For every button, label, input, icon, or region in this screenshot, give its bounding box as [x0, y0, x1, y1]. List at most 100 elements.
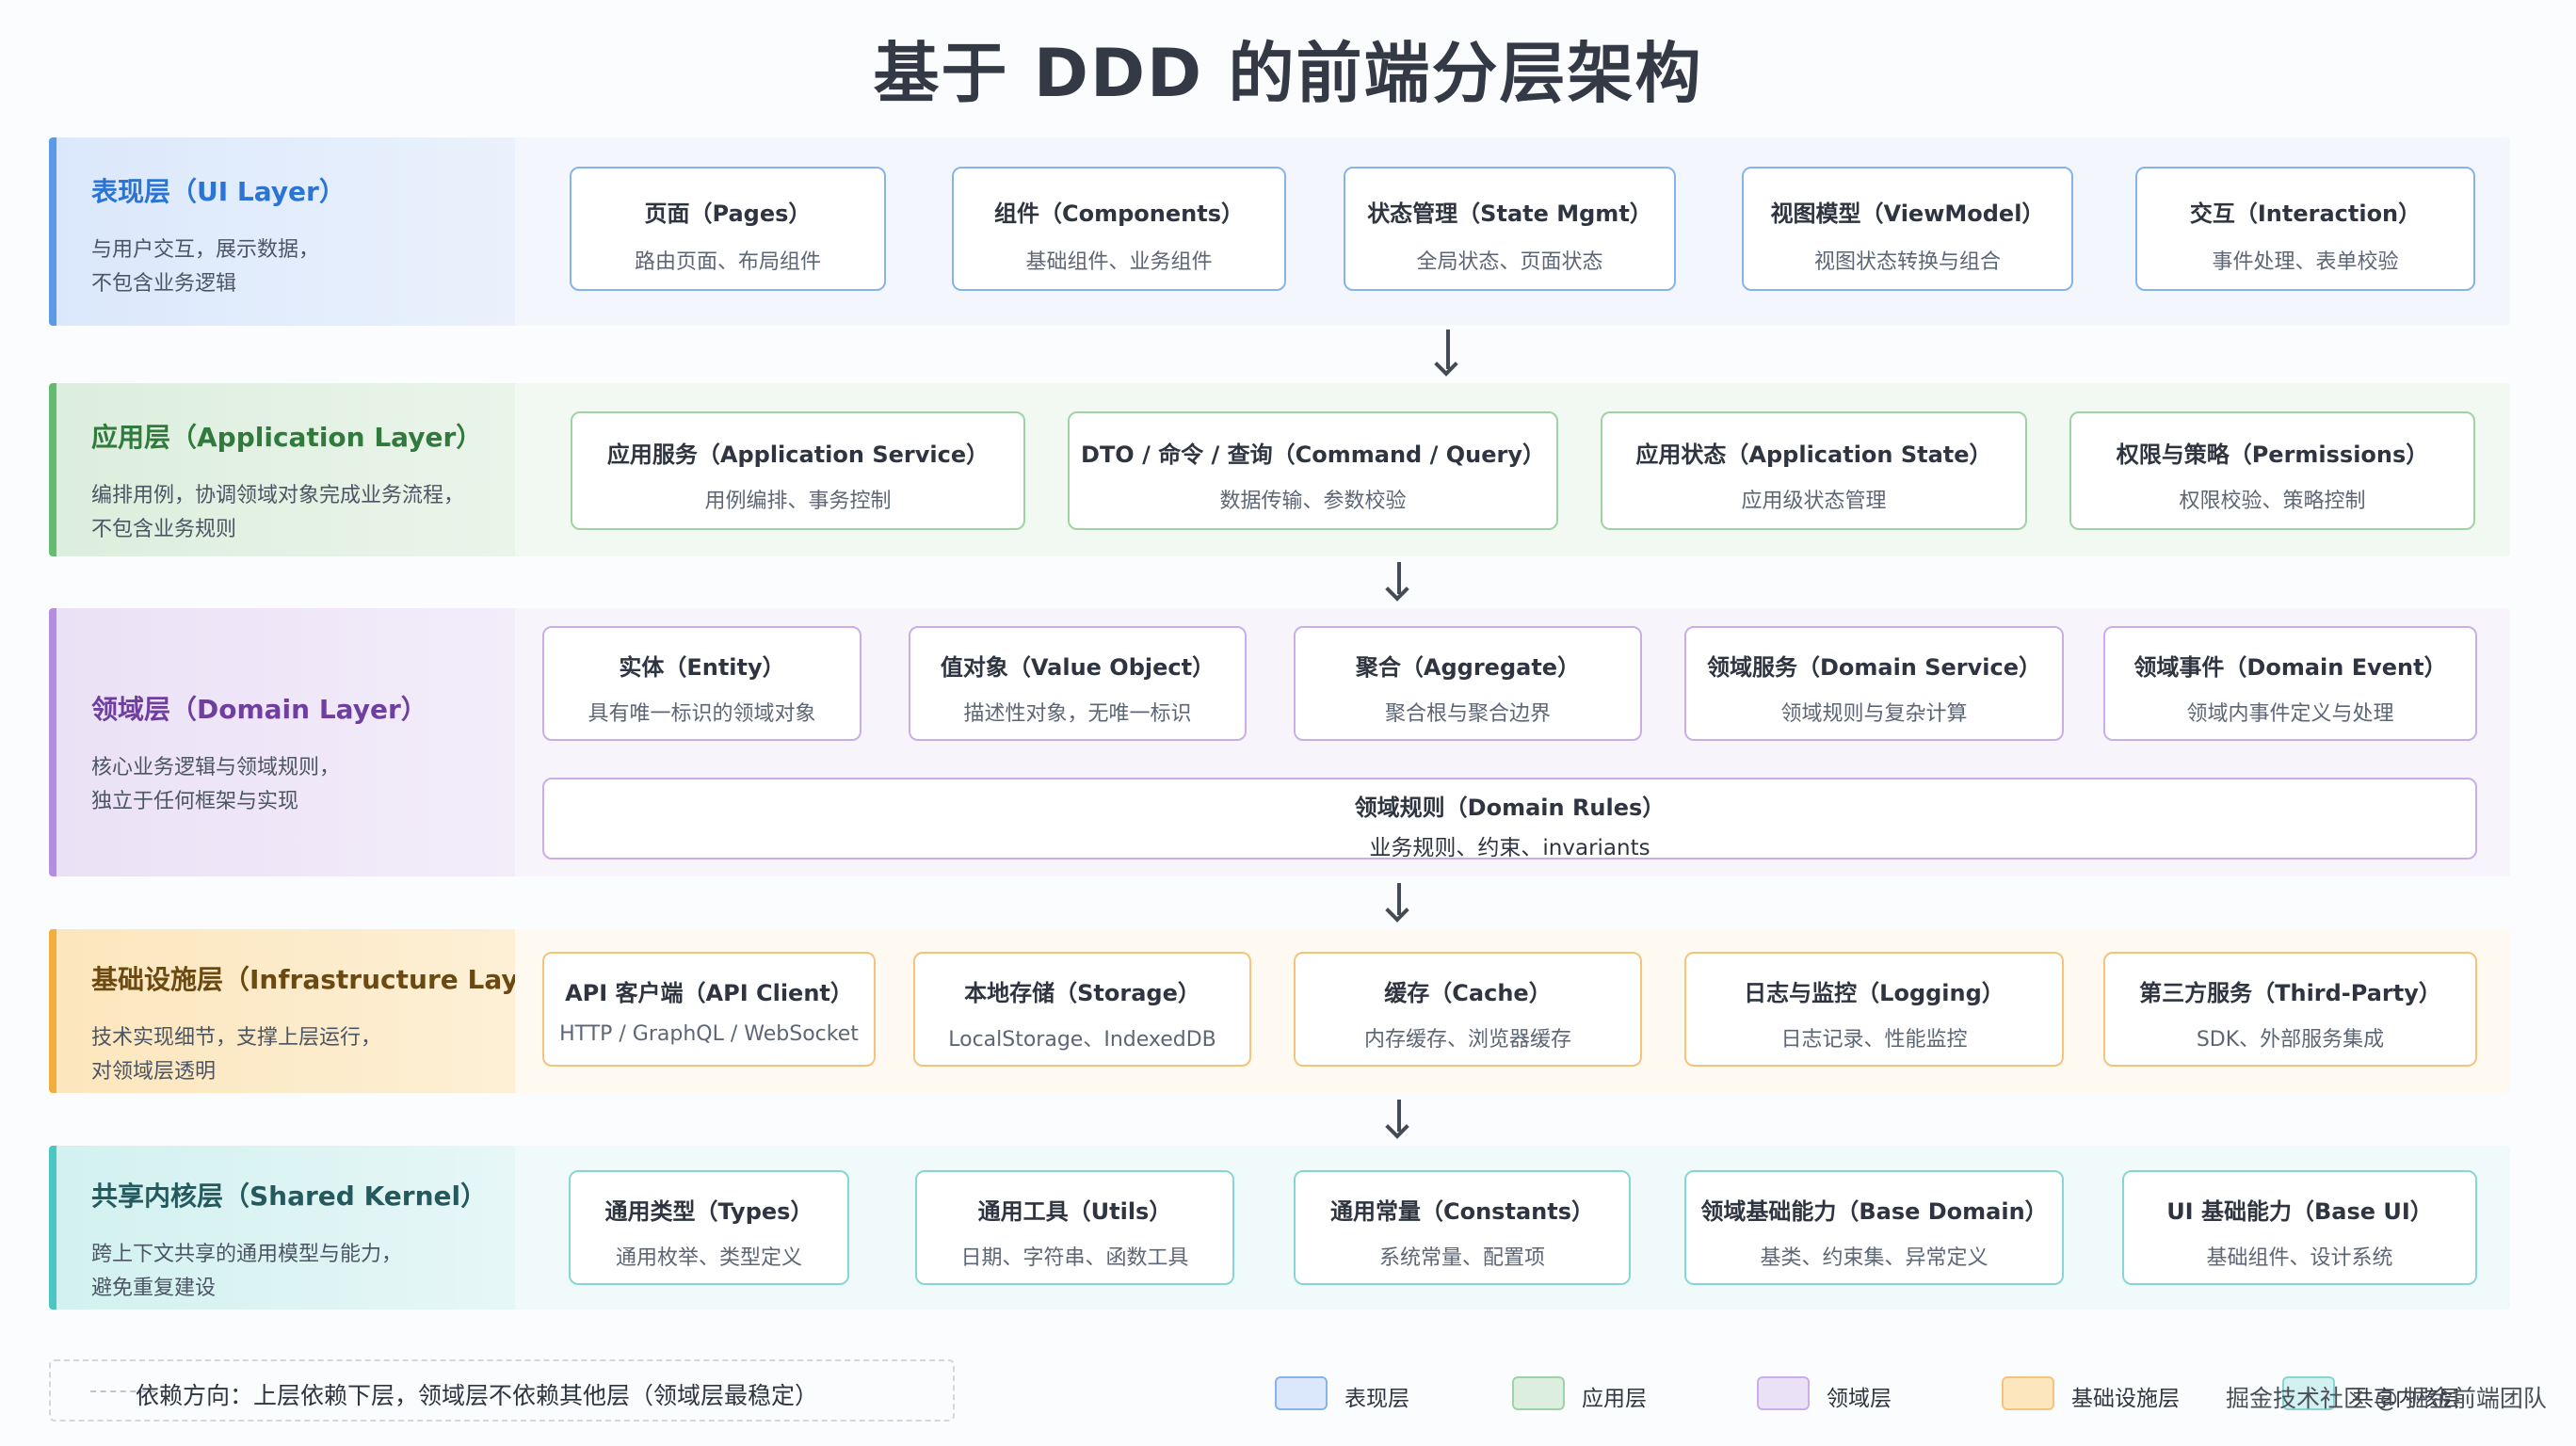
- architecture-diagram: 基于 DDD 的前端分层架构 表现层（UI Layer） 与用户交互，展示数据，…: [0, 0, 2576, 1446]
- card-title: 通用类型（Types）: [604, 1198, 813, 1225]
- card-title: 通用工具（Utils）: [977, 1198, 1172, 1225]
- domain-card-event: 领域事件（Domain Event） 领域内事件定义与处理: [2103, 626, 2477, 741]
- dependency-arrow: [1397, 1100, 1401, 1132]
- ui-card-interaction: 交互（Interaction） 事件处理、表单校验: [2135, 167, 2475, 291]
- card-desc: SDK、外部服务集成: [2196, 1028, 2385, 1052]
- application-layer-desc: 不包含业务规则: [91, 518, 237, 541]
- card-title: 组件（Components）: [994, 201, 1244, 227]
- domain-card-value-object: 值对象（Value Object） 描述性对象，无唯一标识: [909, 626, 1247, 741]
- application-layer-name: 应用层（Application Layer）: [91, 422, 483, 453]
- domain-card-entity: 实体（Entity） 具有唯一标识的领域对象: [542, 626, 861, 741]
- legend-label: 应用层: [1582, 1387, 1647, 1411]
- ui-layer-body: 页面（Pages） 路由页面、布局组件 组件（Components） 基础组件、…: [515, 137, 2510, 326]
- infrastructure-layer-desc: 对领域层透明: [91, 1060, 217, 1084]
- card-title: 本地存储（Storage）: [964, 980, 1200, 1006]
- dependency-note: 依赖方向：上层依赖下层，领域层不依赖其他层（领域层最稳定）: [136, 1382, 819, 1409]
- app-card-permissions: 权限与策略（Permissions） 权限校验、策略控制: [2069, 411, 2475, 530]
- card-desc: 具有唯一标识的领域对象: [588, 702, 816, 726]
- card-desc: 聚合根与聚合边界: [1384, 702, 1551, 726]
- card-desc: 全局状态、页面状态: [1416, 250, 1603, 274]
- domain-layer-desc: 独立于任何框架与实现: [91, 790, 299, 813]
- card-desc: 视图状态转换与组合: [1813, 250, 2001, 274]
- card-desc: 用例编排、事务控制: [704, 490, 892, 513]
- card-title: 领域事件（Domain Event）: [2133, 654, 2447, 681]
- card-desc: 基础组件、设计系统: [2206, 1246, 2393, 1270]
- legend-swatch: [1275, 1376, 1328, 1410]
- card-title: 领域基础能力（Base Domain）: [1700, 1198, 2048, 1225]
- application-layer: 应用层（Application Layer） 编排用例，协调领域对象完成业务流程…: [49, 383, 2510, 556]
- ui-card-components: 组件（Components） 基础组件、业务组件: [952, 167, 1286, 291]
- domain-rules-card: 领域规则（Domain Rules） 业务规则、约束、invariants: [542, 778, 2477, 860]
- shared-kernel-layer-name: 共享内核层（Shared Kernel）: [91, 1181, 488, 1212]
- ui-layer-desc: 与用户交互，展示数据，: [91, 238, 320, 262]
- card-desc: 通用枚举、类型定义: [615, 1246, 802, 1270]
- card-title: 页面（Pages）: [644, 201, 812, 227]
- shared-card-base-domain: 领域基础能力（Base Domain） 基类、约束集、异常定义: [1684, 1170, 2064, 1285]
- dependency-arrow: [1397, 883, 1401, 915]
- card-desc: 数据传输、参数校验: [1219, 490, 1407, 513]
- application-layer-desc: 编排用例，协调领域对象完成业务流程，: [91, 484, 465, 507]
- infrastructure-layer-header: 基础设施层（Infrastructure Layer） 技术实现细节，支撑上层运…: [49, 929, 576, 1093]
- watermark: 掘金技术社区 @ 掘金前端团队: [2226, 1385, 2547, 1412]
- shared-card-utils: 通用工具（Utils） 日期、字符串、函数工具: [915, 1170, 1234, 1285]
- app-card-dto: DTO / 命令 / 查询（Command / Query） 数据传输、参数校验: [1068, 411, 1558, 530]
- shared-kernel-layer: 共享内核层（Shared Kernel） 跨上下文共享的通用模型与能力， 避免重…: [49, 1146, 2510, 1309]
- ui-layer: 表现层（UI Layer） 与用户交互，展示数据， 不包含业务逻辑 页面（Pag…: [49, 137, 2510, 326]
- card-desc: 日志记录、性能监控: [1780, 1028, 1968, 1052]
- infrastructure-layer-desc: 技术实现细节，支撑上层运行，: [91, 1026, 382, 1050]
- ui-layer-desc: 不包含业务逻辑: [91, 272, 237, 296]
- infra-card-cache: 缓存（Cache） 内存缓存、浏览器缓存: [1294, 952, 1642, 1067]
- card-title: UI 基础能力（Base UI）: [2166, 1198, 2433, 1225]
- domain-layer: 领域层（Domain Layer） 核心业务逻辑与领域规则， 独立于任何框架与实…: [49, 608, 2510, 876]
- card-desc: 基类、约束集、异常定义: [1760, 1246, 1988, 1270]
- infrastructure-layer: 基础设施层（Infrastructure Layer） 技术实现细节，支撑上层运…: [49, 929, 2510, 1093]
- application-layer-body: 应用服务（Application Service） 用例编排、事务控制 DTO …: [515, 383, 2510, 556]
- shared-card-base-ui: UI 基础能力（Base UI） 基础组件、设计系统: [2122, 1170, 2477, 1285]
- page-title: 基于 DDD 的前端分层架构: [873, 35, 1703, 112]
- domain-layer-body: 实体（Entity） 具有唯一标识的领域对象 值对象（Value Object）…: [515, 608, 2510, 876]
- card-desc: 内存缓存、浏览器缓存: [1363, 1028, 1571, 1052]
- card-title: API 客户端（API Client）: [565, 980, 853, 1006]
- ui-card-state: 状态管理（State Mgmt） 全局状态、页面状态: [1344, 167, 1676, 291]
- shared-card-types: 通用类型（Types） 通用枚举、类型定义: [569, 1170, 849, 1285]
- card-desc: 路由页面、布局组件: [634, 250, 821, 274]
- shared-kernel-layer-desc: 避免重复建设: [91, 1277, 217, 1300]
- card-desc: 基础组件、业务组件: [1025, 250, 1213, 274]
- infra-card-logging: 日志与监控（Logging） 日志记录、性能监控: [1684, 952, 2064, 1067]
- card-desc: 权限校验、策略控制: [2179, 490, 2366, 513]
- domain-card-aggregate: 聚合（Aggregate） 聚合根与聚合边界: [1294, 626, 1642, 741]
- shared-kernel-layer-desc: 跨上下文共享的通用模型与能力，: [91, 1243, 403, 1266]
- card-title: 缓存（Cache）: [1384, 980, 1552, 1006]
- ui-layer-header: 表现层（UI Layer） 与用户交互，展示数据， 不包含业务逻辑: [49, 137, 515, 326]
- card-title: 日志与监控（Logging）: [1744, 980, 2004, 1006]
- card-title: 应用状态（Application State）: [1635, 442, 1992, 468]
- card-title: DTO / 命令 / 查询（Command / Query）: [1081, 442, 1545, 468]
- shared-kernel-layer-body: 通用类型（Types） 通用枚举、类型定义 通用工具（Utils） 日期、字符串…: [515, 1146, 2510, 1309]
- legend-label: 领域层: [1827, 1387, 1892, 1411]
- legend-label: 基础设施层: [2071, 1387, 2180, 1411]
- legend-swatch: [1757, 1376, 1810, 1410]
- ui-layer-name: 表现层（UI Layer）: [91, 176, 346, 207]
- card-title: 权限与策略（Permissions）: [2116, 442, 2429, 468]
- application-layer-header: 应用层（Application Layer） 编排用例，协调领域对象完成业务流程…: [49, 383, 515, 556]
- shared-card-constants: 通用常量（Constants） 系统常量、配置项: [1294, 1170, 1631, 1285]
- card-desc: HTTP / GraphQL / WebSocket: [559, 1022, 859, 1046]
- card-title: 实体（Entity）: [619, 654, 785, 681]
- card-title: 值对象（Value Object）: [940, 654, 1216, 681]
- card-desc: 应用级状态管理: [1741, 490, 1887, 513]
- card-title: 应用服务（Application Service）: [606, 442, 990, 468]
- card-title: 领域规则（Domain Rules）: [1354, 795, 1666, 821]
- card-title: 交互（Interaction）: [2189, 201, 2422, 227]
- infrastructure-layer-name: 基础设施层（Infrastructure Layer）: [91, 964, 576, 995]
- card-title: 第三方服务（Third-Party）: [2139, 980, 2441, 1006]
- app-card-service: 应用服务（Application Service） 用例编排、事务控制: [571, 411, 1025, 530]
- card-desc: 领域规则与复杂计算: [1780, 702, 1968, 726]
- legend-swatch: [2002, 1376, 2054, 1410]
- legend-swatch: [1512, 1376, 1565, 1410]
- app-card-state: 应用状态（Application State） 应用级状态管理: [1601, 411, 2027, 530]
- infrastructure-layer-body: API 客户端（API Client） HTTP / GraphQL / Web…: [515, 929, 2510, 1093]
- dependency-note-box: 依赖方向：上层依赖下层，领域层不依赖其他层（领域层最稳定）: [49, 1359, 955, 1422]
- card-desc: 领域内事件定义与处理: [2186, 702, 2394, 726]
- card-desc: 事件处理、表单校验: [2212, 250, 2399, 274]
- card-title: 视图模型（ViewModel）: [1770, 201, 2045, 227]
